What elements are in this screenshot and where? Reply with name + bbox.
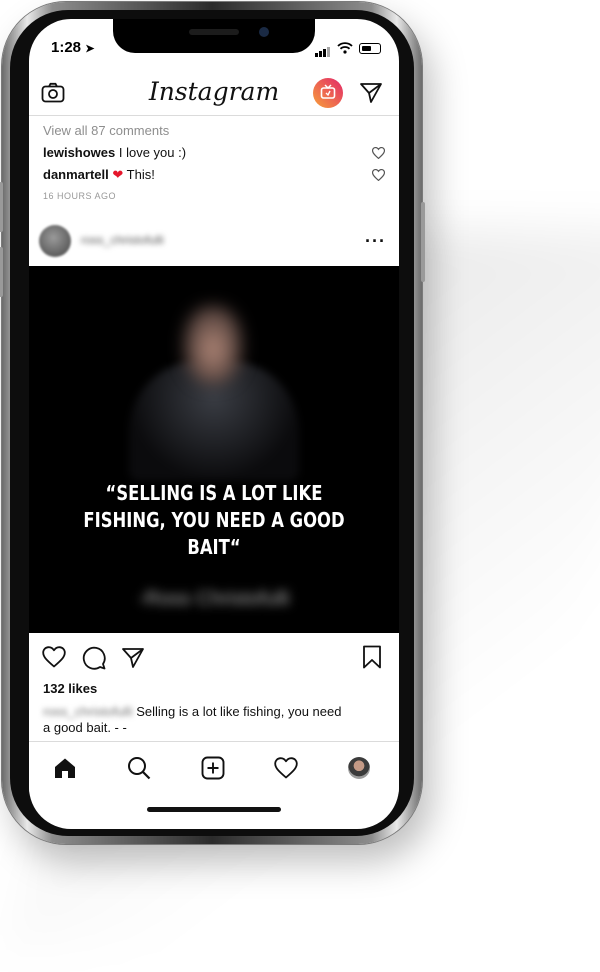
more-options-icon[interactable]: ··· bbox=[365, 231, 386, 252]
search-icon[interactable] bbox=[127, 756, 151, 780]
battery-icon bbox=[359, 42, 381, 54]
profile-avatar[interactable] bbox=[348, 757, 370, 779]
phone-screen: 1:28 ➤ Instagram View all 87 comments le… bbox=[29, 19, 399, 829]
caption-line: ross_christofulli Selling is a lot like … bbox=[43, 704, 341, 719]
time-text: 1:28 bbox=[51, 39, 82, 56]
power-button bbox=[421, 202, 425, 282]
image-quote-line: FISHING, YOU NEED A GOOD BAIT“ bbox=[83, 508, 345, 559]
speaker bbox=[189, 29, 239, 35]
volume-down-button bbox=[0, 247, 3, 297]
igtv-icon[interactable] bbox=[313, 78, 343, 108]
post-image[interactable]: “SELLING IS A LOT LIKE FISHING, YOU NEED… bbox=[29, 266, 399, 633]
post-timestamp: 16 HOURS AGO bbox=[43, 191, 117, 201]
direct-message-icon[interactable] bbox=[359, 81, 383, 105]
post-username[interactable]: ross_christofulli bbox=[81, 233, 164, 247]
location-arrow-icon: ➤ bbox=[85, 43, 95, 55]
bookmark-icon[interactable] bbox=[362, 645, 382, 669]
caption-line: a good bait. - - bbox=[43, 720, 127, 735]
image-quote: “SELLING IS A LOT LIKE FISHING, YOU NEED… bbox=[62, 480, 365, 561]
view-all-comments-link[interactable]: View all 87 comments bbox=[43, 123, 169, 138]
add-post-icon[interactable] bbox=[201, 756, 225, 780]
post-avatar[interactable] bbox=[39, 225, 71, 257]
comment-like-icon[interactable] bbox=[372, 169, 385, 181]
image-quote-line: “SELLING IS A LOT LIKE bbox=[105, 481, 323, 505]
phone-frame: 1:28 ➤ Instagram View all 87 comments le… bbox=[0, 2, 425, 844]
notch bbox=[113, 19, 315, 53]
comment-like-icon[interactable] bbox=[372, 147, 385, 159]
bottom-tab-bar bbox=[29, 741, 399, 794]
status-time: 1:28 ➤ bbox=[51, 39, 94, 56]
activity-icon[interactable] bbox=[274, 757, 298, 779]
red-heart-emoji: ❤ bbox=[112, 167, 124, 182]
home-icon[interactable] bbox=[53, 756, 77, 780]
comment-username[interactable]: lewishowes bbox=[43, 145, 115, 160]
image-signature: -Ross Christofulli bbox=[138, 588, 290, 610]
like-icon[interactable] bbox=[42, 646, 66, 668]
instagram-logo: Instagram bbox=[148, 77, 280, 106]
home-indicator bbox=[147, 807, 281, 812]
volume-up-button bbox=[0, 182, 3, 232]
wifi-icon bbox=[337, 42, 353, 54]
app-header: Instagram bbox=[29, 71, 399, 116]
comment-username[interactable]: danmartell bbox=[43, 167, 109, 182]
comment-text: I love you :) bbox=[118, 145, 187, 160]
front-camera bbox=[259, 27, 269, 37]
share-icon[interactable] bbox=[121, 646, 145, 670]
comment-text: ❤ This! bbox=[112, 167, 155, 182]
person-face bbox=[184, 306, 242, 384]
likes-count[interactable]: 132 likes bbox=[43, 681, 97, 696]
comment-row: lewishowes I love you :) bbox=[43, 145, 186, 160]
caption-username[interactable]: ross_christofulli bbox=[43, 704, 133, 719]
comment-icon[interactable] bbox=[82, 646, 106, 670]
comment-row: danmartell ❤ This! bbox=[43, 167, 155, 183]
cell-signal-icon bbox=[315, 39, 331, 57]
status-icons bbox=[315, 39, 381, 57]
caption-text: Selling is a lot like fishing, you need bbox=[136, 704, 342, 719]
